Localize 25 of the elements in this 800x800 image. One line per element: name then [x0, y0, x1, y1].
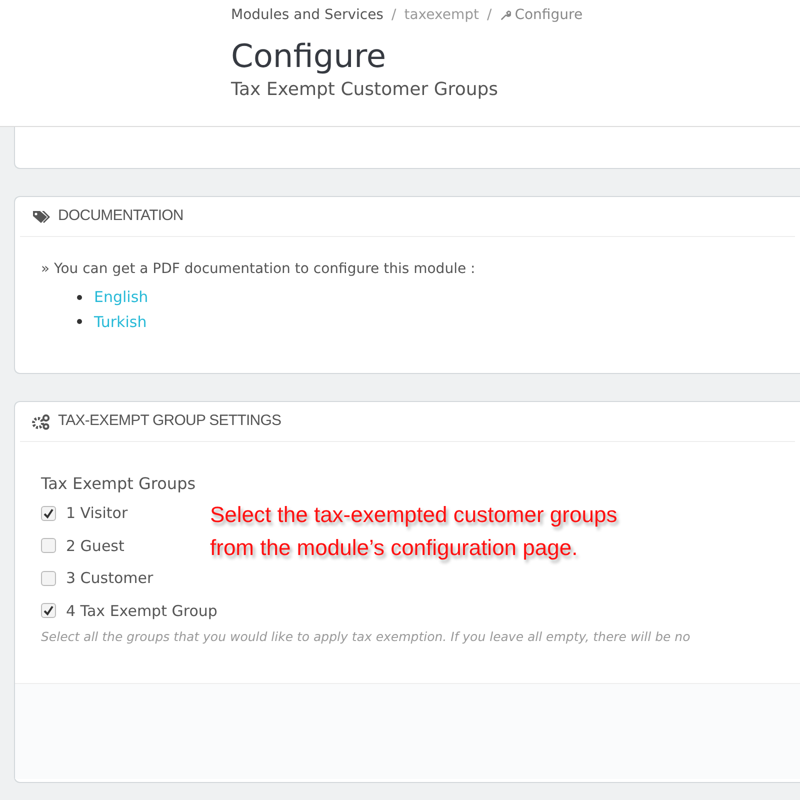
bullet-icon: [77, 294, 82, 300]
checkbox-label[interactable]: 2 Guest: [66, 534, 124, 557]
checkbox-label[interactable]: 3 Customer: [66, 567, 154, 590]
page-title: Configure: [231, 36, 388, 76]
page-subtitle: Tax Exempt Customer Groups: [231, 78, 500, 102]
panel-heading: DOCUMENTATION: [58, 206, 184, 226]
tags-icon: [32, 210, 50, 224]
checkbox-label[interactable]: 4 Tax Exempt Group: [66, 600, 218, 622]
wrench-icon: [500, 10, 511, 21]
checkbox[interactable]: [41, 570, 56, 586]
checkbox[interactable]: [41, 603, 56, 618]
bullet-icon: [77, 319, 82, 324]
breadcrumb-separator: /: [486, 6, 492, 25]
breadcrumb-item[interactable]: Modules and Services: [231, 5, 384, 26]
checkbox[interactable]: [41, 506, 56, 521]
documentation-intro: » You can get a PDF documentation to configure this module :: [41, 260, 476, 279]
help-text: Select all the groups that you would like to apply tax exemption. If you leave all empty, there will be no: [41, 628, 692, 646]
breadcrumb-separator: /: [391, 6, 396, 25]
checkbox-label[interactable]: 1 Visitor: [66, 502, 128, 524]
checkbox[interactable]: [41, 538, 56, 554]
gears-icon: [32, 414, 50, 430]
breadcrumb-item: Configure: [514, 6, 583, 25]
annotation-caption: Select the tax-exempted customer groups from the module’s configuration page.: [210, 501, 618, 562]
field-label: Tax Exempt Groups: [41, 473, 197, 495]
panel-heading: TAX-EXEMPT GROUP SETTINGS: [58, 411, 282, 432]
